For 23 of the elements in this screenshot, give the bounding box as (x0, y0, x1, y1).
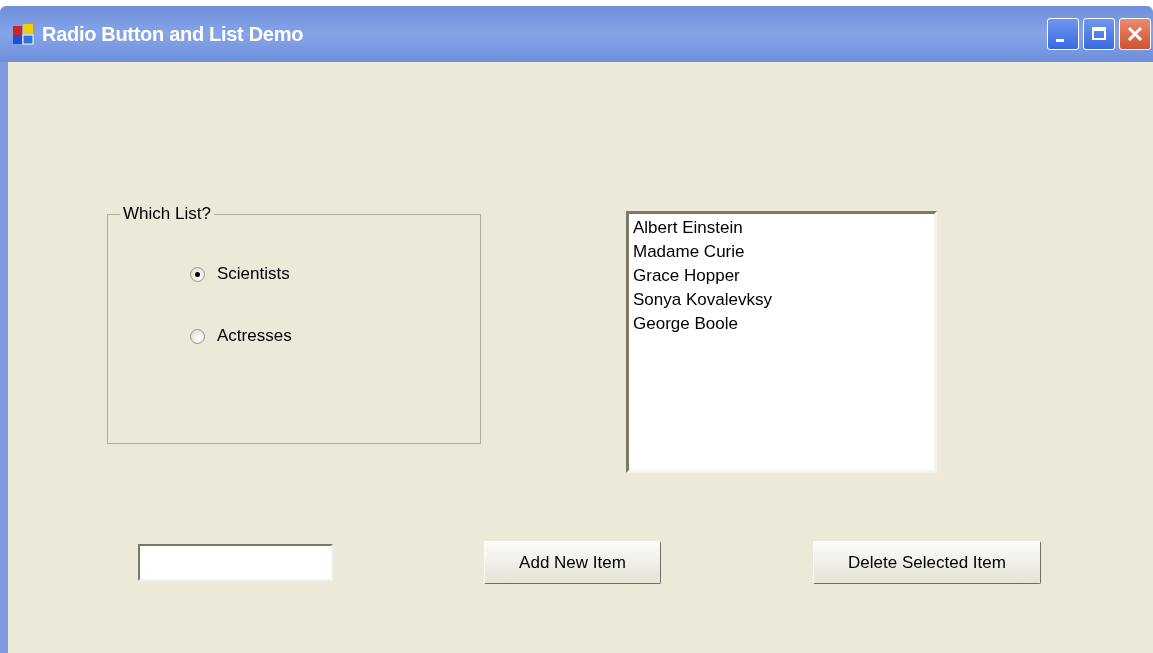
list-item[interactable]: Sonya Kovalevksy (633, 288, 772, 312)
delete-button[interactable]: Delete Selected Item (813, 541, 1041, 584)
radio-button[interactable] (190, 266, 205, 282)
radio-button[interactable] (190, 328, 205, 344)
list-item[interactable]: Madame Curie (633, 240, 745, 264)
radio-option[interactable]: Actresses (190, 326, 480, 346)
list-item[interactable]: Albert Einstein (633, 216, 743, 240)
close-button[interactable] (1119, 18, 1151, 50)
close-icon (1127, 26, 1143, 42)
input-field[interactable] (138, 544, 333, 581)
group-label: Which List? (122, 204, 212, 224)
maximize-button[interactable] (1083, 18, 1115, 50)
radio-label: Scientists (217, 264, 290, 284)
window-title: Radio Button and List Demo (42, 22, 304, 46)
list-item[interactable]: George Boole (633, 312, 738, 336)
radio-label: Actresses (217, 326, 292, 346)
radio-option[interactable]: Scientists (190, 264, 480, 284)
minimize-button[interactable] (1047, 18, 1079, 50)
list-item[interactable]: Grace Hopper (633, 264, 740, 288)
add-button[interactable]: Add New Item (484, 541, 661, 584)
maximize-icon (1091, 26, 1107, 42)
minimize-icon (1056, 38, 1064, 42)
app-icon (12, 23, 34, 45)
